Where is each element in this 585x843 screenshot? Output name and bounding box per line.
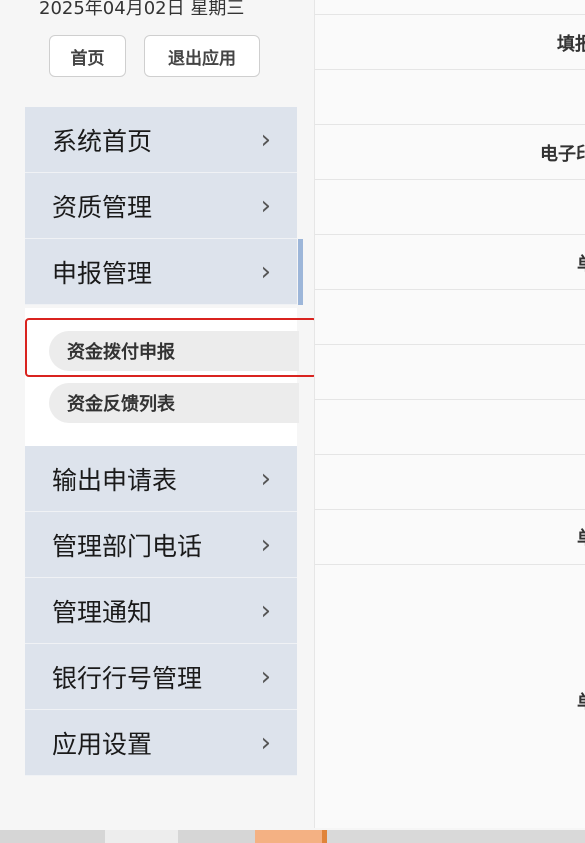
row-divider: [315, 179, 585, 180]
menu-item-dept-phone[interactable]: 管理部门电话 ›: [25, 512, 297, 578]
date-display: 2025年04月02日 星期三: [39, 0, 245, 19]
active-indicator: [298, 239, 303, 305]
field-label: 单: [577, 524, 585, 550]
submenu-item-fund-feedback[interactable]: 资金反馈列表: [49, 383, 299, 423]
row-divider: [315, 564, 585, 565]
row-divider: [315, 69, 585, 70]
field-label: 单: [577, 688, 585, 714]
field-label: 单: [577, 250, 585, 276]
menu-item-notices[interactable]: 管理通知 ›: [25, 578, 297, 644]
row-divider: [315, 454, 585, 455]
menu-item-label: 申报管理: [52, 258, 153, 288]
menu-item-system-home[interactable]: 系统首页 ›: [25, 107, 297, 173]
home-button[interactable]: 首页: [49, 35, 126, 77]
chevron-right-icon: ›: [260, 529, 271, 560]
row-divider: [315, 234, 585, 235]
chevron-right-icon: ›: [260, 727, 271, 758]
chevron-right-icon: ›: [260, 190, 271, 221]
menu-item-label: 管理部门电话: [52, 531, 203, 561]
chevron-right-icon: ›: [260, 661, 271, 692]
main-content: 填报 电子印 单 单 单: [314, 0, 585, 828]
chevron-right-icon: ›: [260, 463, 271, 494]
menu-item-app-settings[interactable]: 应用设置 ›: [25, 710, 297, 776]
field-label: 电子印: [540, 144, 585, 165]
scrollbar-track-segment: [178, 830, 255, 843]
row-divider: [315, 509, 585, 510]
menu-item-label: 银行行号管理: [52, 663, 203, 693]
field-label: 填报: [557, 34, 585, 55]
menu-item-output-form[interactable]: 输出申请表 ›: [25, 446, 297, 512]
row-divider: [315, 344, 585, 345]
chevron-right-icon: ›: [260, 124, 271, 155]
sidebar: 2025年04月02日 星期三 首页 退出应用 系统首页 › 资质管理 › 申报…: [0, 0, 317, 843]
menu-item-bank-code[interactable]: 银行行号管理 ›: [25, 644, 297, 710]
row-divider: [315, 14, 585, 15]
row-divider: [315, 124, 585, 125]
exit-app-button[interactable]: 退出应用: [144, 35, 260, 77]
menu-bottom-group: 输出申请表 › 管理部门电话 › 管理通知 › 银行行号管理 › 应用设置 ›: [25, 446, 297, 776]
menu-item-label: 系统首页: [52, 126, 153, 156]
row-divider: [315, 399, 585, 400]
horizontal-scrollbar[interactable]: [0, 830, 585, 843]
chevron-right-icon: ›: [260, 595, 271, 626]
menu-item-label: 资质管理: [52, 192, 153, 222]
chevron-right-icon: ›: [260, 256, 271, 287]
menu-item-label: 输出申请表: [52, 465, 178, 495]
row-divider: [315, 289, 585, 290]
highlight-box: [25, 318, 317, 377]
menu-item-label: 管理通知: [52, 597, 153, 627]
menu-item-qualification[interactable]: 资质管理 ›: [25, 173, 297, 239]
menu-item-declaration[interactable]: 申报管理 ›: [25, 239, 303, 305]
scrollbar-track-segment: [327, 830, 585, 843]
menu-top-group: 系统首页 › 资质管理 › 申报管理 ›: [25, 107, 303, 305]
scrollbar-thumb[interactable]: [255, 830, 322, 843]
scrollbar-track-segment: [0, 830, 105, 843]
menu-item-label: 应用设置: [52, 729, 153, 759]
